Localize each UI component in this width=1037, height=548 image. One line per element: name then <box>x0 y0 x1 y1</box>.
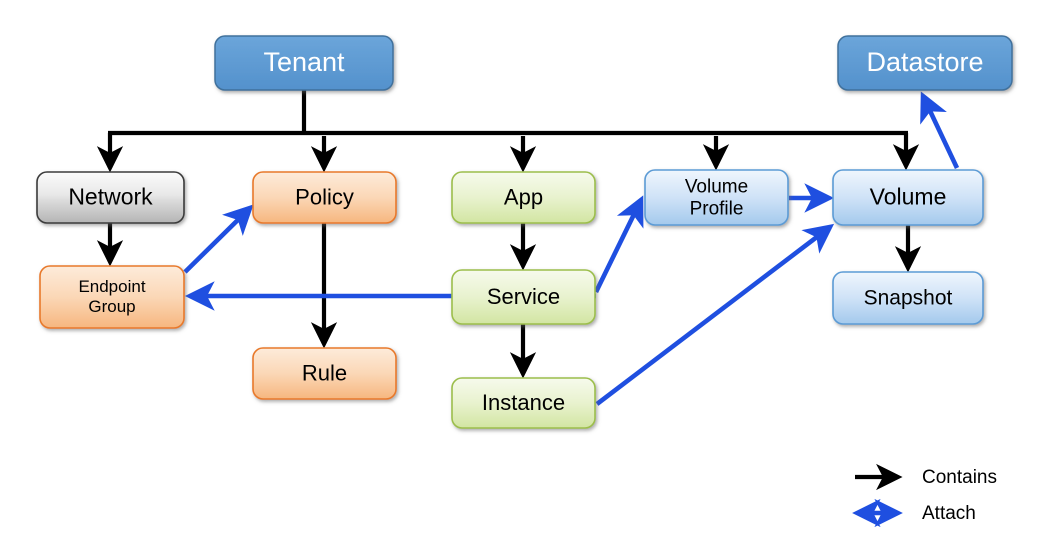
node-label-instance: Instance <box>482 390 565 415</box>
node-label-volume: Volume <box>870 184 947 210</box>
legend-item-contains: Contains <box>855 463 997 491</box>
node-label-policy: Policy <box>295 184 354 209</box>
node-volume-profile[interactable]: Volume Profile <box>644 169 789 226</box>
edge-service-volume-profile <box>593 195 644 294</box>
node-label-datastore: Datastore <box>866 47 983 77</box>
node-instance[interactable]: Instance <box>451 377 596 429</box>
node-policy[interactable]: Policy <box>252 171 397 224</box>
edge-volume-datastore <box>920 91 960 169</box>
diagram-svg: Tenant Datastore Network Policy App Volume Pro… <box>36 35 1013 528</box>
node-rule[interactable]: Rule <box>252 347 397 400</box>
node-service[interactable]: Service <box>451 269 596 325</box>
node-label-snapshot: Snapshot <box>864 287 953 310</box>
node-label-app: App <box>504 184 543 209</box>
legend-contains-label: Contains <box>922 467 997 488</box>
node-tenant[interactable]: Tenant <box>214 35 394 91</box>
legend-attach-label: Attach <box>922 503 976 524</box>
edge-endpoint-group-policy <box>183 204 254 274</box>
node-snapshot[interactable]: Snapshot <box>832 271 984 325</box>
node-datastore[interactable]: Datastore <box>837 35 1013 91</box>
node-app[interactable]: App <box>451 171 596 224</box>
diagram-canvas: Tenant Datastore Network Policy App Volume Pro… <box>0 0 1037 548</box>
node-label-rule: Rule <box>302 360 347 385</box>
node-network[interactable]: Network <box>36 171 185 224</box>
node-label-service: Service <box>487 284 560 309</box>
node-endpoint-group[interactable]: Endpoint Group <box>39 265 185 329</box>
edge-instance-volume <box>595 223 835 406</box>
node-label-network: Network <box>68 184 153 210</box>
node-volume[interactable]: Volume <box>832 169 984 226</box>
node-label-tenant: Tenant <box>263 47 345 77</box>
legend-item-attach: Attach <box>852 498 976 528</box>
node-label-volume-profile: Volume Profile <box>685 177 748 220</box>
legend: Contains Attach <box>852 463 997 528</box>
